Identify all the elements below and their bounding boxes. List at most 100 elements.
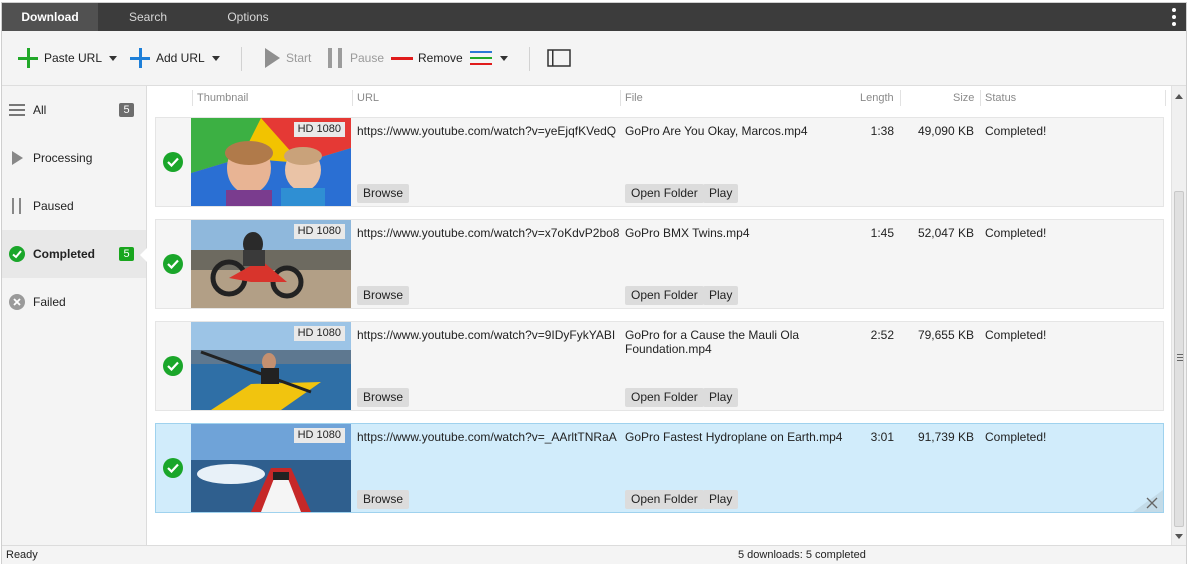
column-divider bbox=[900, 90, 901, 106]
browse-button[interactable]: Browse bbox=[357, 388, 410, 407]
scroll-down-icon[interactable] bbox=[1175, 534, 1183, 539]
column-header-thumbnail[interactable]: Thumbnail bbox=[197, 89, 248, 107]
sidebar-item-all[interactable]: All 5 bbox=[2, 86, 146, 134]
sidebar-item-processing[interactable]: Processing bbox=[2, 134, 146, 182]
remove-label: Remove bbox=[418, 51, 463, 65]
status-ready: Ready bbox=[6, 549, 38, 561]
minus-red-icon bbox=[391, 57, 413, 60]
play-button[interactable]: Play bbox=[703, 388, 739, 407]
sidebar-item-paused[interactable]: Paused bbox=[2, 182, 146, 230]
download-list: Thumbnail URL File Length Size Status HD… bbox=[147, 86, 1171, 545]
pause-label: Pause bbox=[350, 51, 385, 65]
row-file: GoPro Fastest Hydroplane on Earth.mp4 bbox=[625, 430, 843, 444]
sort-menu-button[interactable] bbox=[470, 45, 508, 71]
toolbar-divider bbox=[529, 47, 530, 71]
toggle-sidebar-button[interactable] bbox=[547, 45, 571, 71]
row-length: 1:38 bbox=[870, 124, 894, 138]
row-url: https://www.youtube.com/watch?v=x7oKdvP2… bbox=[357, 226, 620, 240]
sidebar-item-failed[interactable]: Failed bbox=[2, 278, 146, 326]
browse-button[interactable]: Browse bbox=[357, 184, 410, 203]
download-row[interactable]: HD 1080 https://www.youtube.com/watch?v=… bbox=[155, 321, 1164, 411]
grip-icon bbox=[1177, 354, 1183, 363]
column-header-file[interactable]: File bbox=[625, 89, 643, 107]
list-icon bbox=[9, 102, 25, 118]
plus-green-icon bbox=[18, 48, 38, 68]
row-length: 1:45 bbox=[870, 226, 894, 240]
play-button[interactable]: Play bbox=[703, 286, 739, 305]
top-tab-bar: Download Search Options bbox=[2, 3, 1186, 31]
sidebar-item-label: Paused bbox=[33, 199, 74, 213]
more-menu-icon[interactable] bbox=[1172, 8, 1176, 26]
row-size: 49,090 KB bbox=[917, 124, 974, 138]
tab-options[interactable]: Options bbox=[198, 3, 298, 31]
quality-badge: HD 1080 bbox=[293, 224, 345, 239]
download-row[interactable]: HD 1080 https://www.youtube.com/watch?v=… bbox=[155, 219, 1164, 309]
pause-icon bbox=[9, 198, 25, 214]
app-window: Download Search Options Paste URL Add UR… bbox=[1, 2, 1187, 564]
play-button[interactable]: Play bbox=[703, 490, 739, 509]
count-badge: 5 bbox=[119, 247, 134, 261]
paste-url-label: Paste URL bbox=[44, 51, 103, 65]
row-size: 52,047 KB bbox=[917, 226, 974, 240]
column-header-length[interactable]: Length bbox=[860, 89, 894, 107]
toolbar: Paste URL Add URL Start Pause Remove bbox=[2, 31, 1186, 86]
row-size: 91,739 KB bbox=[917, 430, 974, 444]
vertical-scrollbar[interactable] bbox=[1171, 86, 1186, 545]
open-folder-button[interactable]: Open Folder bbox=[625, 490, 704, 509]
paste-url-button[interactable]: Paste URL bbox=[18, 45, 102, 71]
row-file: GoPro BMX Twins.mp4 bbox=[625, 226, 750, 240]
column-header-size[interactable]: Size bbox=[953, 89, 974, 107]
video-thumbnail[interactable]: HD 1080 bbox=[191, 424, 351, 512]
add-url-dropdown[interactable] bbox=[212, 45, 220, 71]
download-row-selected[interactable]: HD 1080 https://www.youtube.com/watch?v=… bbox=[155, 423, 1164, 513]
pause-icon bbox=[328, 48, 342, 68]
open-folder-button[interactable]: Open Folder bbox=[625, 388, 704, 407]
video-thumbnail[interactable]: HD 1080 bbox=[191, 322, 351, 410]
quality-badge: HD 1080 bbox=[293, 326, 345, 341]
column-divider bbox=[980, 90, 981, 106]
column-header-url[interactable]: URL bbox=[357, 89, 379, 107]
column-header-status[interactable]: Status bbox=[985, 89, 1016, 107]
play-button[interactable]: Play bbox=[703, 184, 739, 203]
open-folder-button[interactable]: Open Folder bbox=[625, 286, 704, 305]
completed-check-icon bbox=[163, 356, 183, 376]
tab-search[interactable]: Search bbox=[98, 3, 198, 31]
download-row[interactable]: HD 1080 https://www.youtube.com/watch?v=… bbox=[155, 117, 1164, 207]
tab-download[interactable]: Download bbox=[2, 3, 98, 31]
row-size: 79,655 KB bbox=[917, 328, 974, 342]
row-file: GoPro Are You Okay, Marcos.mp4 bbox=[625, 124, 808, 138]
row-length: 3:01 bbox=[870, 430, 894, 444]
start-button[interactable]: Start bbox=[264, 45, 311, 71]
paste-url-dropdown[interactable] bbox=[109, 45, 117, 71]
video-thumbnail[interactable]: HD 1080 bbox=[191, 220, 351, 308]
status-summary: 5 downloads: 5 completed bbox=[738, 549, 866, 561]
pause-button[interactable]: Pause bbox=[327, 45, 384, 71]
row-url: https://www.youtube.com/watch?v=yeEjqfKV… bbox=[357, 124, 617, 138]
scrollbar-thumb[interactable] bbox=[1174, 191, 1184, 527]
scroll-up-icon[interactable] bbox=[1175, 94, 1183, 99]
sidebar-item-label: Processing bbox=[33, 151, 93, 165]
status-bar: Ready 5 downloads: 5 completed bbox=[2, 545, 1186, 564]
chevron-down-icon bbox=[212, 55, 220, 61]
row-length: 2:52 bbox=[870, 328, 894, 342]
video-thumbnail[interactable]: HD 1080 bbox=[191, 118, 351, 206]
row-file: GoPro for a Cause the Mauli Ola Foundati… bbox=[625, 328, 800, 356]
add-url-button[interactable]: Add URL bbox=[130, 45, 205, 71]
active-indicator bbox=[140, 248, 147, 262]
completed-check-icon bbox=[163, 458, 183, 478]
open-folder-button[interactable]: Open Folder bbox=[625, 184, 704, 203]
browse-button[interactable]: Browse bbox=[357, 490, 410, 509]
quality-badge: HD 1080 bbox=[293, 122, 345, 137]
sidebar-item-label: All bbox=[33, 103, 47, 117]
browse-button[interactable]: Browse bbox=[357, 286, 410, 305]
close-icon[interactable] bbox=[1146, 497, 1158, 509]
row-status: Completed! bbox=[985, 124, 1047, 138]
remove-button[interactable]: Remove bbox=[391, 45, 463, 71]
row-status: Completed! bbox=[985, 226, 1047, 240]
x-circle-icon bbox=[9, 294, 25, 310]
sidebar-item-completed[interactable]: Completed 5 bbox=[2, 230, 147, 278]
completed-check-icon bbox=[163, 254, 183, 274]
start-label: Start bbox=[286, 51, 312, 65]
plus-blue-icon bbox=[130, 48, 150, 68]
column-divider bbox=[192, 90, 193, 106]
